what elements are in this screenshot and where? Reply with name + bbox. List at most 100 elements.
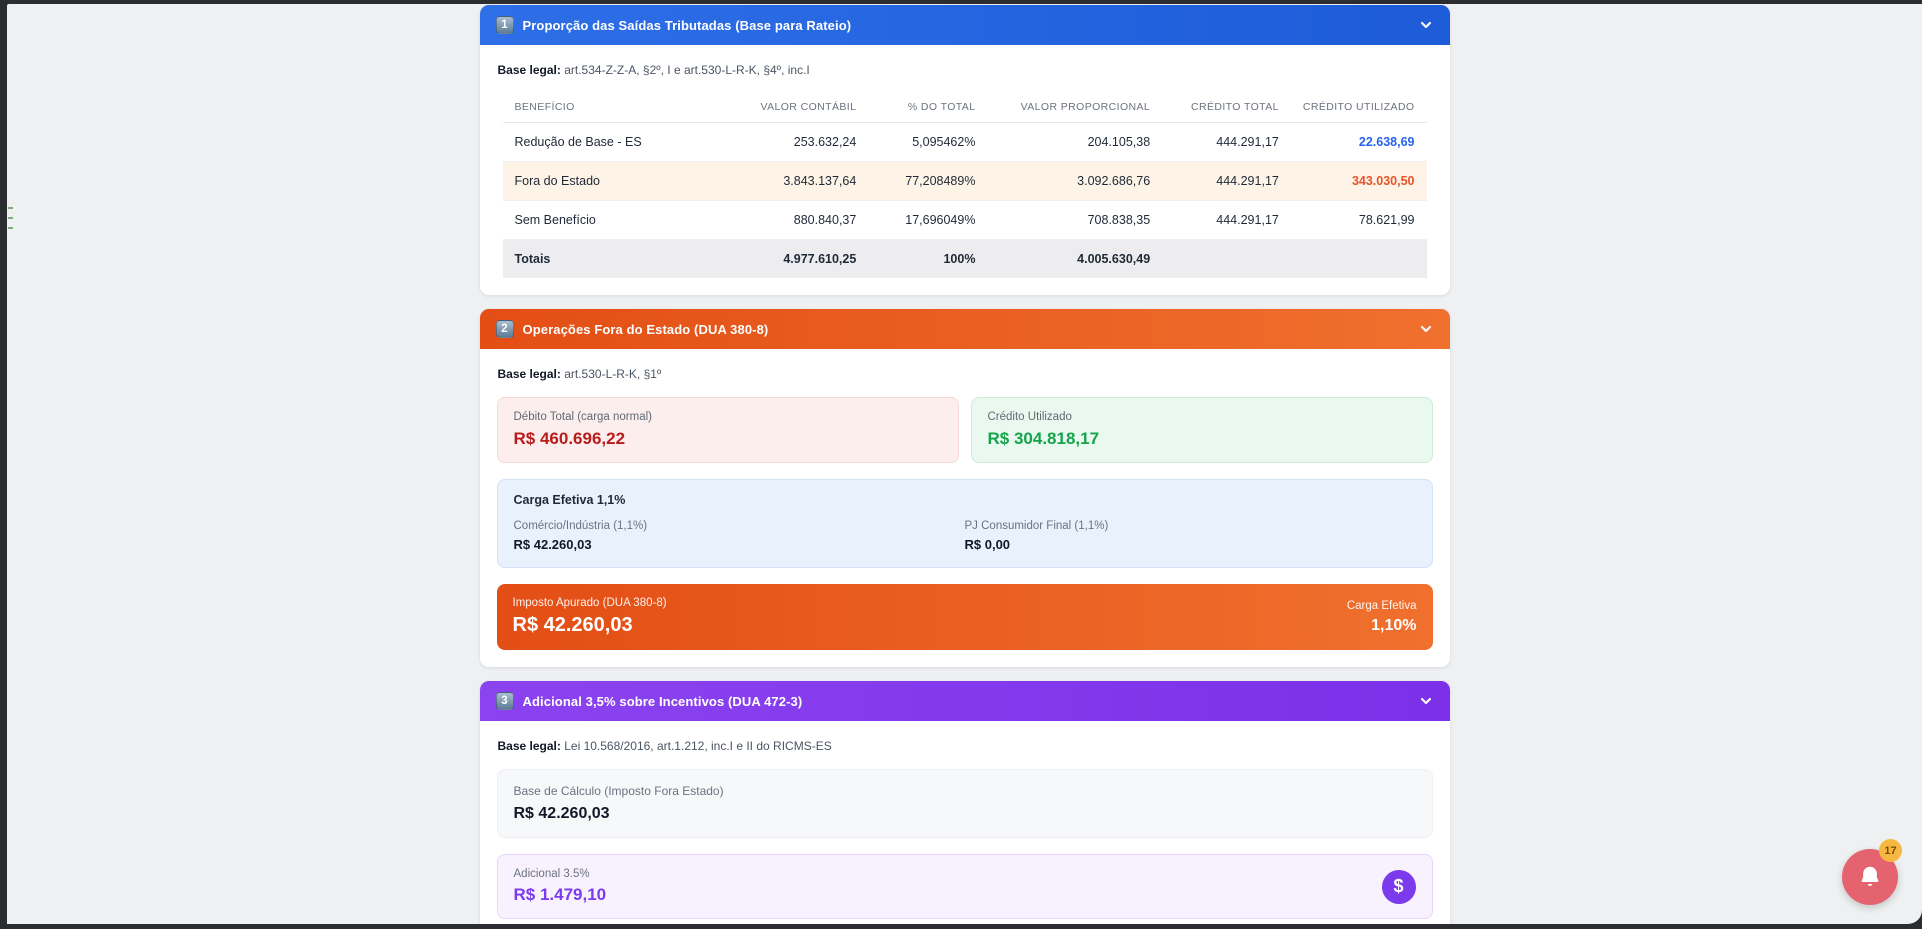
cell-valor-contabil: 4.977.610,25: [722, 240, 869, 279]
base-legal-line: Base legal: art.534-Z-Z-A, §2º, I e art.…: [498, 63, 1433, 77]
base-calculo-card: Base de Cálculo (Imposto Fora Estado) R$…: [497, 769, 1433, 838]
col-header-valor-proporcional: Valor Proporcional: [987, 93, 1162, 123]
base-legal-line: Base legal: art.530-L-R-K, §1º: [498, 367, 1433, 381]
cell-credito-total: [1162, 240, 1291, 279]
rateio-table: Benefício Valor Contábil % do Total Valo…: [503, 93, 1427, 278]
carga-efetiva-card: Carga Efetiva 1,1% Comércio/Indústria (1…: [497, 479, 1433, 568]
col-header-beneficio: Benefício: [503, 93, 722, 123]
base-legal-line: Base legal: Lei 10.568/2016, art.1.212, …: [498, 739, 1433, 753]
cell-beneficio: Totais: [503, 240, 722, 279]
credito-utilizado-label: Crédito Utilizado: [988, 411, 1416, 423]
col-header-credito-utilizado: Crédito Utilizado: [1291, 93, 1427, 123]
base-legal-text: Lei 10.568/2016, art.1.212, inc.I e II d…: [564, 739, 832, 753]
cell-pct-total: 5,095462%: [868, 123, 987, 162]
base-legal-label: Base legal:: [498, 63, 561, 77]
table-header-row: Benefício Valor Contábil % do Total Valo…: [503, 93, 1427, 123]
pj-consumidor-value: R$ 0,00: [965, 537, 1416, 552]
col-header-valor-contabil: Valor Contábil: [722, 93, 869, 123]
debito-total-card: Débito Total (carga normal) R$ 460.696,2…: [497, 397, 959, 463]
cell-pct-total: 17,696049%: [868, 201, 987, 240]
carga-efetiva-right-block: Carga Efetiva 1,10%: [1347, 600, 1417, 635]
table-row: Sem Benefício 880.840,37 17,696049% 708.…: [503, 201, 1427, 240]
panel-title: Operações Fora do Estado (DUA 380-8): [523, 322, 769, 337]
table-row: Redução de Base - ES 253.632,24 5,095462…: [503, 123, 1427, 162]
cell-valor-proporcional: 708.838,35: [987, 201, 1162, 240]
cell-beneficio: Sem Benefício: [503, 201, 722, 240]
adicional-card: Adicional 3.5% R$ 1.479,10 $: [497, 854, 1433, 919]
panel-proporcao-saidas: 1 Proporção das Saídas Tributadas (Base …: [480, 5, 1450, 295]
col-header-credito-total: Crédito Total: [1162, 93, 1291, 123]
dollar-circle-icon: $: [1382, 870, 1416, 904]
base-calculo-value: R$ 42.260,03: [514, 805, 1416, 823]
imposto-apurado-value: R$ 42.260,03: [513, 614, 667, 637]
base-legal-text: art.534-Z-Z-A, §2º, I e art.530-L-R-K, §…: [564, 63, 810, 77]
col-header-pct-total: % do Total: [868, 93, 987, 123]
panel-title: Proporção das Saídas Tributadas (Base pa…: [523, 18, 852, 33]
panel-operacoes-fora-estado: 2 Operações Fora do Estado (DUA 380-8) B…: [480, 309, 1450, 667]
carga-efetiva-right-value: 1,10%: [1347, 617, 1417, 635]
imposto-apurado-band: Imposto Apurado (DUA 380-8) R$ 42.260,03…: [497, 584, 1433, 650]
panel-adicional-body: Base legal: Lei 10.568/2016, art.1.212, …: [480, 721, 1450, 924]
adicional-value: R$ 1.479,10: [514, 885, 607, 905]
cell-credito-total: 444.291,17: [1162, 162, 1291, 201]
debito-total-label: Débito Total (carga normal): [514, 411, 942, 423]
chevron-down-icon[interactable]: [1418, 693, 1434, 709]
debito-total-value: R$ 460.696,22: [514, 429, 942, 449]
carga-efetiva-right-label: Carga Efetiva: [1347, 600, 1417, 612]
credito-utilizado-value: R$ 304.818,17: [988, 429, 1416, 449]
cell-beneficio: Fora do Estado: [503, 162, 722, 201]
notification-count-badge: 17: [1879, 839, 1902, 862]
cell-credito-utilizado: 343.030,50: [1291, 162, 1427, 201]
cell-pct-total: 77,208489%: [868, 162, 987, 201]
panel-proporcao-header[interactable]: 1 Proporção das Saídas Tributadas (Base …: [480, 5, 1450, 45]
cell-credito-total: 444.291,17: [1162, 201, 1291, 240]
adicional-block: Adicional 3.5% R$ 1.479,10: [514, 868, 607, 905]
carga-efetiva-title: Carga Efetiva 1,1%: [514, 493, 1416, 507]
comercio-industria-label: Comércio/Indústria (1,1%): [514, 520, 965, 532]
cell-credito-utilizado: 22.638,69: [1291, 123, 1427, 162]
notifications-button[interactable]: 17: [1842, 849, 1898, 905]
editor-artifact: [8, 217, 13, 219]
imposto-apurado-block: Imposto Apurado (DUA 380-8) R$ 42.260,03: [513, 597, 667, 637]
keycap-1-icon: 1: [496, 16, 514, 34]
editor-artifact: [8, 207, 13, 209]
keycap-2-icon: 2: [496, 320, 514, 338]
main-content: 1 Proporção das Saídas Tributadas (Base …: [480, 4, 1450, 924]
cell-valor-proporcional: 204.105,38: [987, 123, 1162, 162]
panel-adicional-incentivos: 3 Adicional 3,5% sobre Incentivos (DUA 4…: [480, 681, 1450, 924]
base-legal-label: Base legal:: [498, 739, 561, 753]
cell-credito-utilizado: [1291, 240, 1427, 279]
comercio-industria-block: Comércio/Indústria (1,1%) R$ 42.260,03: [514, 520, 965, 552]
comercio-industria-value: R$ 42.260,03: [514, 537, 965, 552]
credito-utilizado-card: Crédito Utilizado R$ 304.818,17: [971, 397, 1433, 463]
panel-proporcao-body: Base legal: art.534-Z-Z-A, §2º, I e art.…: [480, 45, 1450, 295]
cell-beneficio: Redução de Base - ES: [503, 123, 722, 162]
panel-adicional-header[interactable]: 3 Adicional 3,5% sobre Incentivos (DUA 4…: [480, 681, 1450, 721]
adicional-label: Adicional 3.5%: [514, 868, 607, 880]
cell-valor-contabil: 3.843.137,64: [722, 162, 869, 201]
imposto-apurado-label: Imposto Apurado (DUA 380-8): [513, 597, 667, 609]
pj-consumidor-label: PJ Consumidor Final (1,1%): [965, 520, 1416, 532]
base-legal-text: art.530-L-R-K, §1º: [564, 367, 661, 381]
cell-pct-total: 100%: [868, 240, 987, 279]
bell-icon: [1857, 864, 1883, 890]
base-calculo-label: Base de Cálculo (Imposto Fora Estado): [514, 784, 1416, 798]
cell-valor-proporcional: 4.005.630,49: [987, 240, 1162, 279]
cell-valor-proporcional: 3.092.686,76: [987, 162, 1162, 201]
cell-credito-total: 444.291,17: [1162, 123, 1291, 162]
chevron-down-icon[interactable]: [1418, 17, 1434, 33]
chevron-down-icon[interactable]: [1418, 321, 1434, 337]
panel-operacoes-body: Base legal: art.530-L-R-K, §1º Débito To…: [480, 349, 1450, 667]
table-totals-row: Totais 4.977.610,25 100% 4.005.630,49: [503, 240, 1427, 279]
cell-valor-contabil: 880.840,37: [722, 201, 869, 240]
cell-valor-contabil: 253.632,24: [722, 123, 869, 162]
cell-credito-utilizado: 78.621,99: [1291, 201, 1427, 240]
panel-title: Adicional 3,5% sobre Incentivos (DUA 472…: [523, 694, 803, 709]
editor-artifact: [8, 227, 13, 229]
keycap-3-icon: 3: [496, 692, 514, 710]
base-legal-label: Base legal:: [498, 367, 561, 381]
app-page: 1 Proporção das Saídas Tributadas (Base …: [7, 4, 1922, 924]
panel-operacoes-header[interactable]: 2 Operações Fora do Estado (DUA 380-8): [480, 309, 1450, 349]
pj-consumidor-block: PJ Consumidor Final (1,1%) R$ 0,00: [965, 520, 1416, 552]
table-row-highlighted: Fora do Estado 3.843.137,64 77,208489% 3…: [503, 162, 1427, 201]
